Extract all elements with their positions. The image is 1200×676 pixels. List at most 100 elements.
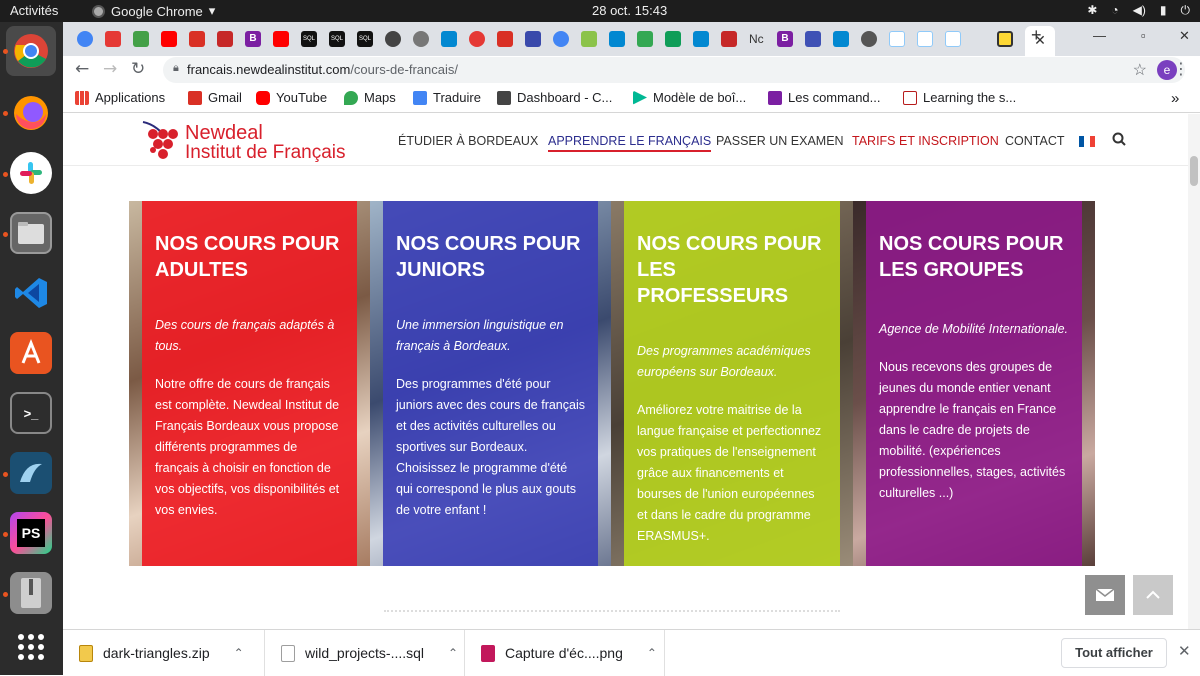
tab-favicon-icon[interactable]: [609, 31, 625, 47]
show-all-downloads-button[interactable]: Tout afficher: [1061, 638, 1167, 668]
reload-icon[interactable]: ↻: [131, 59, 145, 79]
tab-favicon-icon[interactable]: [721, 31, 737, 47]
sql-tab-icon[interactable]: SQL: [357, 31, 373, 47]
close-window-icon[interactable]: ✕: [1179, 28, 1190, 44]
course-card-groupes[interactable]: NOS COURS POUR LES GROUPES Agence de Mob…: [853, 201, 1095, 566]
system-top-bar: Activités Google Chrome ▾ 28 oct. 15:43 …: [0, 0, 1200, 22]
nav-contact[interactable]: CONTACT: [1005, 134, 1065, 148]
tab-favicon-icon[interactable]: B: [245, 31, 261, 47]
vscode-dock-icon[interactable]: [10, 272, 52, 314]
course-card-juniors[interactable]: NOS COURS POUR JUNIORS Une immersion lin…: [370, 201, 611, 566]
bookmark-learning[interactable]: Learning the s...: [903, 90, 1016, 105]
bookmark-applications[interactable]: Applications: [75, 90, 165, 105]
maximize-window-icon[interactable]: ▫: [1141, 28, 1146, 43]
contact-mail-button[interactable]: [1085, 575, 1125, 615]
gmail-tab-icon[interactable]: [497, 31, 513, 47]
french-flag-icon[interactable]: [1079, 136, 1095, 147]
chevron-up-icon[interactable]: ⌃: [647, 646, 657, 660]
menu-kebab-icon[interactable]: ⋮: [1173, 59, 1189, 78]
bookmark-label: Traduire: [433, 90, 481, 105]
sql-tab-icon[interactable]: SQL: [329, 31, 345, 47]
bookmark-youtube[interactable]: YouTube: [256, 90, 327, 105]
new-tab-button[interactable]: +: [1031, 25, 1042, 46]
tab-favicon-icon[interactable]: [469, 31, 485, 47]
page-scrollbar[interactable]: [1188, 114, 1200, 629]
show-applications-icon[interactable]: [10, 626, 52, 668]
activities-button[interactable]: Activités: [10, 3, 58, 18]
bookmark-modele[interactable]: Modèle de boî...: [633, 90, 746, 105]
archive-dock-icon[interactable]: [10, 572, 52, 614]
tab-favicon-icon[interactable]: [945, 31, 961, 47]
tab-favicon-icon[interactable]: [385, 31, 401, 47]
forward-icon[interactable]: →: [103, 59, 117, 79]
course-card-professeurs[interactable]: NOS COURS POUR LES PROFESSEURS Des progr…: [611, 201, 853, 566]
sql-tab-icon[interactable]: SQL: [301, 31, 317, 47]
chrome-dock-icon[interactable]: [6, 26, 56, 76]
bookmark-commandes[interactable]: Les command...: [768, 90, 881, 105]
tab-favicon-icon[interactable]: [413, 31, 429, 47]
google-tab-icon[interactable]: [77, 31, 93, 47]
chevron-up-icon[interactable]: ⌃: [448, 646, 458, 660]
bookmarks-overflow-icon[interactable]: »: [1171, 90, 1179, 107]
tab-favicon-icon[interactable]: [833, 31, 849, 47]
files-dock-icon[interactable]: [10, 212, 52, 254]
drive-tab-icon[interactable]: [637, 31, 653, 47]
nav-apprendre[interactable]: APPRENDRE LE FRANÇAIS: [548, 134, 712, 152]
minimize-window-icon[interactable]: —: [1093, 28, 1106, 43]
tab-favicon-icon[interactable]: [105, 31, 121, 47]
scrollbar-thumb[interactable]: [1190, 156, 1198, 186]
scroll-to-top-button[interactable]: [1133, 575, 1173, 615]
terminal-dock-icon[interactable]: >_: [10, 392, 52, 434]
battery-icon: ▮: [1159, 3, 1167, 17]
slack-dock-icon[interactable]: [10, 152, 52, 194]
gmail-tab-icon[interactable]: [189, 31, 205, 47]
download-item[interactable]: Capture d'éc....png ⌃: [465, 630, 665, 676]
tab-favicon-icon[interactable]: [997, 31, 1013, 47]
tab-favicon-icon[interactable]: [693, 31, 709, 47]
tab-favicon-icon[interactable]: [441, 31, 457, 47]
youtube-tab-icon[interactable]: [161, 31, 177, 47]
app-menu[interactable]: Google Chrome ▾: [92, 3, 215, 19]
bookmark-maps[interactable]: Maps: [344, 90, 396, 105]
tab-favicon-icon[interactable]: [525, 31, 541, 47]
tab-favicon-icon[interactable]: B: [777, 31, 793, 47]
google-tab-icon[interactable]: [553, 31, 569, 47]
address-bar[interactable]: 🔒︎ francais.newdealinstitut.com/cours-de…: [163, 57, 1185, 83]
chevron-up-icon[interactable]: ⌃: [234, 646, 244, 660]
mysql-workbench-dock-icon[interactable]: [10, 452, 52, 494]
tab-favicon-icon[interactable]: [581, 31, 597, 47]
bookmark-label: Modèle de boî...: [653, 90, 747, 105]
download-item[interactable]: dark-triangles.zip ⌃: [63, 630, 265, 676]
clock[interactable]: 28 oct. 15:43: [592, 3, 667, 18]
bookmark-dashboard[interactable]: Dashboard - C...: [497, 90, 612, 105]
sheets-tab-icon[interactable]: [665, 31, 681, 47]
bookmark-gmail[interactable]: Gmail: [188, 90, 242, 105]
tab-favicon-icon[interactable]: [805, 31, 821, 47]
youtube-tab-icon[interactable]: [273, 31, 289, 47]
system-tray[interactable]: ✱ ◔ ◀) ▮ ⏻: [1087, 3, 1190, 18]
tab-favicon-icon[interactable]: [861, 31, 877, 47]
tab-favicon-icon[interactable]: [917, 31, 933, 47]
firefox-dock-icon[interactable]: [10, 92, 52, 134]
tab-favicon-icon[interactable]: [217, 31, 233, 47]
card-body: Des programmes d'été pour juniors avec d…: [396, 377, 585, 517]
close-downloads-icon[interactable]: ✕: [1178, 642, 1191, 660]
course-card-adultes[interactable]: NOS COURS POUR ADULTES Des cours de fran…: [129, 201, 370, 566]
site-logo[interactable]: Newdeal Institut de Français: [141, 120, 346, 168]
tab-favicon-icon[interactable]: [133, 31, 149, 47]
nav-examen[interactable]: PASSER UN EXAMEN: [716, 134, 844, 148]
wifi-icon: ◔: [1111, 3, 1119, 17]
download-item[interactable]: wild_projects-....sql ⌃: [265, 630, 465, 676]
notion-tab-icon[interactable]: Nc: [749, 32, 769, 48]
bookmark-star-icon[interactable]: ☆: [1133, 60, 1147, 80]
bookmark-traduire[interactable]: Traduire: [413, 90, 481, 105]
nav-tarifs[interactable]: TARIFS ET INSCRIPTION: [852, 134, 999, 148]
app-center-dock-icon[interactable]: [10, 332, 52, 374]
tab-favicon-icon[interactable]: [889, 31, 905, 47]
phpstorm-dock-icon[interactable]: PS: [10, 512, 52, 554]
nav-etudier[interactable]: ÉTUDIER À BORDEAUX: [398, 134, 538, 148]
back-icon[interactable]: ←: [75, 59, 89, 79]
tab-strip: B SQL SQL SQL Nc B ✕ + — ▫ ✕: [63, 22, 1200, 56]
card-lead: Une immersion linguistique en français à…: [396, 318, 564, 353]
search-icon[interactable]: [1112, 132, 1126, 150]
